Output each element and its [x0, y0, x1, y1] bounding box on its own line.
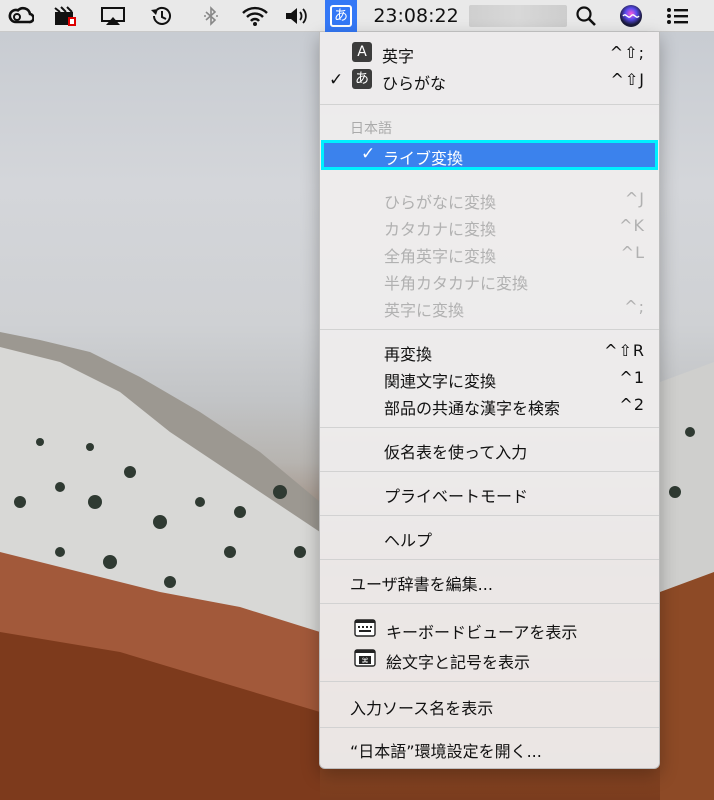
menu-item-label: 部品の共通な漢字を検索	[384, 399, 561, 418]
menu-item-private-mode[interactable]: プライベートモード	[320, 480, 659, 506]
menu-bar-clock[interactable]: 23:08:22	[366, 0, 466, 32]
menu-item-label: 半角カタカナに変換	[384, 274, 529, 293]
menu-separator	[320, 104, 659, 105]
menu-item-label: ヘルプ	[384, 531, 433, 550]
input-method-icon[interactable]: あ	[325, 0, 357, 32]
menu-item-shortcut: ^K	[619, 216, 645, 235]
menu-item-label: プライベートモード	[384, 487, 529, 506]
menu-item-label: 英字に変換	[384, 301, 465, 320]
menu-item-shortcut: ^J	[624, 189, 645, 208]
menu-item-label: ライブ変換	[383, 149, 464, 168]
menu-item-convert-katakana: カタカナに変換 ^K	[320, 213, 659, 239]
menu-separator	[320, 603, 659, 604]
video-recorder-icon[interactable]	[50, 0, 80, 32]
menu-separator	[320, 471, 659, 472]
menu-item-show-source-name[interactable]: 入力ソース名を表示	[320, 692, 659, 718]
airplay-icon[interactable]	[98, 0, 128, 32]
section-header-japanese: 日本語	[350, 121, 392, 137]
menu-separator	[320, 727, 659, 728]
bluetooth-icon[interactable]	[198, 0, 224, 32]
menu-item-shortcut: ^⇧;	[609, 43, 645, 62]
menu-item-shortcut: ^1	[619, 368, 645, 387]
menu-item-shortcut: ^⇧J	[610, 70, 645, 89]
menu-item-shortcut: ^;	[624, 297, 645, 316]
menu-separator	[320, 681, 659, 682]
wifi-icon[interactable]	[238, 0, 272, 32]
menu-item-label: 再変換	[384, 345, 433, 364]
menu-separator	[320, 427, 659, 428]
menu-item-shortcut: ^2	[619, 395, 645, 414]
keyboard-viewer-icon	[354, 619, 376, 641]
menu-item-label: 絵文字と記号を表示	[386, 653, 531, 672]
menu-item-label: 関連文字に変換	[384, 372, 497, 391]
menu-item-reconvert[interactable]: 再変換 ^⇧R	[320, 338, 659, 364]
menu-item-label: ひらがな	[382, 74, 447, 93]
menu-item-live-conversion[interactable]: ✓ ライブ変換	[321, 140, 658, 170]
menu-item-label: ユーザ辞書を編集...	[350, 575, 493, 594]
menu-item-convert-halfwidth-katakana: 半角カタカナに変換	[320, 267, 659, 293]
menu-separator	[320, 559, 659, 560]
menu-item-label: “日本語”環境設定を開く...	[350, 742, 542, 761]
menu-item-related-characters[interactable]: 関連文字に変換 ^1	[320, 365, 659, 391]
menu-item-label: キーボードビューアを表示	[386, 623, 578, 642]
menu-item-kana-table[interactable]: 仮名表を使って入力	[320, 436, 659, 462]
menu-item-label: 仮名表を使って入力	[384, 443, 528, 462]
menu-item-label: 全角英字に変換	[384, 247, 497, 266]
menu-bar: あ 23:08:22	[0, 0, 714, 32]
spotlight-search-icon[interactable]	[572, 0, 600, 32]
menu-item-convert-hiragana: ひらがなに変換 ^J	[320, 186, 659, 212]
volume-icon[interactable]	[282, 0, 310, 32]
svg-text:⌘: ⌘	[362, 657, 369, 665]
siri-icon[interactable]	[616, 0, 646, 32]
menu-item-hiragana[interactable]: ✓ あ ひらがな ^⇧J	[320, 67, 659, 93]
character-viewer-icon: ⌘	[354, 649, 376, 671]
input-method-glyph: あ	[330, 5, 352, 27]
menu-item-open-preferences[interactable]: “日本語”環境設定を開く...	[320, 735, 659, 761]
menu-separator	[320, 329, 659, 330]
eiji-source-icon: A	[352, 42, 372, 62]
menu-item-shortcut: ^⇧R	[604, 341, 645, 360]
menu-item-label: カタカナに変換	[384, 220, 497, 239]
checkmark-icon: ✓	[361, 144, 376, 164]
menu-item-label: ひらがなに変換	[384, 193, 497, 212]
input-source-menu: A 英字 ^⇧; ✓ あ ひらがな ^⇧J 日本語 ✓ ライブ変換 ひらがなに変…	[319, 32, 660, 769]
menu-item-user-dictionary[interactable]: ユーザ辞書を編集...	[320, 568, 659, 594]
checkmark-icon: ✓	[329, 70, 344, 90]
menu-item-search-kanji-parts[interactable]: 部品の共通な漢字を検索 ^2	[320, 392, 659, 418]
menu-item-help[interactable]: ヘルプ	[320, 524, 659, 550]
menu-item-label: 英字	[382, 47, 415, 66]
menu-item-keyboard-viewer[interactable]: キーボードビューアを表示	[320, 616, 659, 642]
menu-item-emoji-symbols[interactable]: ⌘ 絵文字と記号を表示	[320, 646, 659, 672]
hiragana-source-icon: あ	[352, 69, 372, 89]
menu-separator	[320, 515, 659, 516]
menu-item-shortcut: ^L	[620, 243, 645, 262]
menu-item-convert-eiji: 英字に変換 ^;	[320, 294, 659, 320]
creative-cloud-icon[interactable]	[6, 0, 36, 32]
menu-item-convert-fullwidth: 全角英字に変換 ^L	[320, 240, 659, 266]
time-machine-icon[interactable]	[146, 0, 176, 32]
menu-item-label: 入力ソース名を表示	[350, 699, 494, 718]
notification-center-icon[interactable]	[664, 0, 692, 32]
menu-item-eiji[interactable]: A 英字 ^⇧;	[320, 40, 659, 66]
redacted-user-area[interactable]	[469, 5, 567, 27]
